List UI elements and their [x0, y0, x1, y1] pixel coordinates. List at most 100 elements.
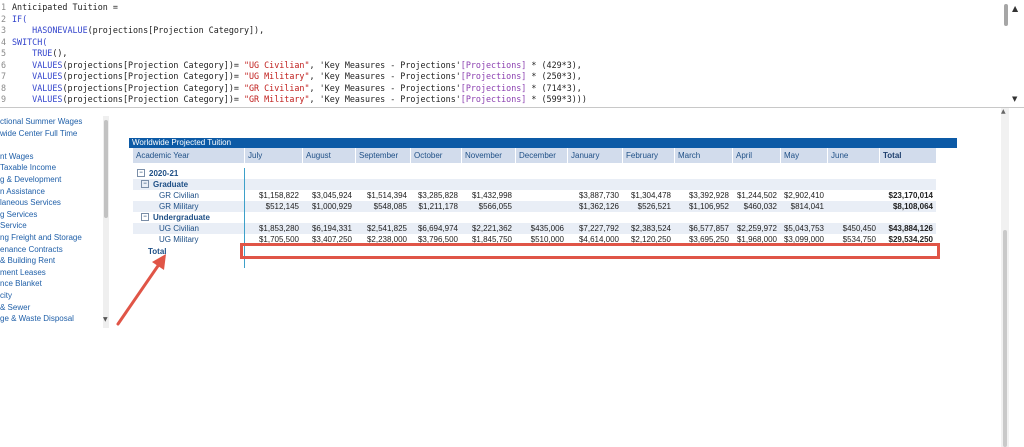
line-number: 4: [1, 36, 7, 47]
code-token: (projections[Projection Category])=: [62, 94, 244, 104]
row-header-academic-year[interactable]: Academic Year: [136, 148, 189, 163]
code-token: IF(: [12, 13, 28, 24]
fields-list-scrollbar-thumb[interactable]: [104, 120, 108, 218]
column-header-june[interactable]: June: [827, 148, 848, 163]
code-token: "UG Military": [243, 71, 310, 81]
row-group-undergraduate[interactable]: − Undergraduate: [141, 212, 210, 223]
column-header-total[interactable]: Total: [879, 148, 902, 163]
code-token: * (250*3),: [526, 71, 582, 81]
field-list-item[interactable]: ng Freight and Storage: [0, 232, 82, 243]
fields-list-scroll-down-icon[interactable]: ▼: [103, 316, 108, 323]
field-list-item[interactable]: enance Contracts: [0, 244, 63, 255]
editor-collapse-icon[interactable]: ▲: [1012, 4, 1018, 13]
line-number: 1: [1, 2, 7, 12]
column-header-november[interactable]: November: [461, 148, 502, 163]
matrix-cell: $548,085: [373, 202, 407, 211]
field-list-item[interactable]: wide Center Full Time: [0, 128, 77, 139]
row-gr-military: GR Military: [159, 201, 199, 212]
column-header-december[interactable]: December: [515, 148, 556, 163]
code-token: * (429*3),: [526, 59, 582, 70]
canvas-scroll-up-icon[interactable]: ▲: [1001, 108, 1006, 115]
code-line[interactable]: 8 VALUES(projections[Projection Category…: [0, 83, 582, 95]
row-label-text: Graduate: [153, 180, 189, 189]
code-line[interactable]: 2 IF(: [0, 14, 27, 26]
column-header-february[interactable]: February: [622, 148, 658, 163]
matrix-title: Worldwide Projected Tuition: [129, 138, 957, 148]
field-list-item[interactable]: & Building Rent: [0, 255, 55, 266]
column-header-january[interactable]: January: [567, 148, 599, 163]
field-list-item[interactable]: city: [0, 290, 12, 301]
canvas-scrollbar-thumb[interactable]: [1003, 230, 1007, 447]
matrix-cell: [506, 201, 564, 212]
code-line[interactable]: 6 VALUES(projections[Projection Category…: [0, 60, 582, 72]
total-row-highlight-box: [240, 243, 940, 259]
collapse-toggle-icon[interactable]: −: [137, 168, 145, 177]
row-gr-civilian: GR Civilian: [159, 190, 199, 201]
code-token: * (714*3),: [526, 82, 582, 93]
field-list-item[interactable]: Service: [0, 220, 27, 231]
code-token: (projections[Projection Category])=: [62, 71, 244, 81]
matrix-visual[interactable]: Worldwide Projected Tuition Academic Yea…: [129, 138, 957, 163]
column-header-september[interactable]: September: [355, 148, 398, 163]
field-list-item[interactable]: g Services: [0, 209, 37, 220]
code-token: "GR Military": [243, 94, 310, 104]
fields-list: ctional Summer Wages wide Center Full Tim…: [0, 116, 103, 327]
matrix-cell: $512,145: [265, 202, 299, 211]
code-token: , 'Key Measures - Projections': [309, 94, 461, 104]
matrix-cell: $526,521: [637, 202, 671, 211]
code-token: VALUES: [32, 59, 63, 70]
code-line[interactable]: 9 VALUES(projections[Projection Category…: [0, 94, 587, 106]
field-list-item[interactable]: & Sewer: [0, 302, 30, 313]
matrix-cell: $43,884,126: [888, 224, 934, 233]
code-line[interactable]: 7 VALUES(projections[Projection Category…: [0, 71, 582, 83]
collapse-toggle-icon[interactable]: −: [141, 212, 149, 221]
code-line[interactable]: 3 HASONEVALUE(projections[Projection Cat…: [0, 25, 264, 37]
column-header-may[interactable]: May: [780, 148, 799, 163]
code-token: SWITCH(: [12, 36, 48, 47]
matrix-cell: $435,006: [530, 224, 564, 233]
field-list-item[interactable]: g & Development: [0, 174, 61, 185]
editor-scroll-down-icon[interactable]: ▼: [1012, 95, 1017, 103]
editor-scrollbar[interactable]: [1004, 4, 1008, 26]
matrix-row-band: [133, 168, 936, 179]
matrix-cell: $1,362,126: [578, 202, 619, 211]
field-list-item[interactable]: Taxable Income: [0, 162, 56, 173]
code-line[interactable]: 5 TRUE(),: [0, 48, 67, 60]
matrix-cell: $450,450: [842, 224, 876, 233]
column-header-july[interactable]: July: [244, 148, 262, 163]
column-header-august[interactable]: August: [302, 148, 331, 163]
code-token: HASONEVALUE: [32, 25, 88, 35]
field-list-item[interactable]: nt Wages: [0, 151, 34, 162]
code-line[interactable]: 1 Anticipated Tuition =: [0, 2, 118, 14]
matrix-cell: $814,041: [790, 202, 824, 211]
matrix-cell: [506, 190, 564, 201]
code-token: "UG Civilian": [243, 59, 310, 70]
line-number: 6: [1, 59, 7, 70]
row-year-2020-21[interactable]: −2020-21: [137, 168, 178, 179]
field-list-item[interactable]: n Assistance: [0, 186, 45, 197]
dax-formula-editor[interactable]: 1 Anticipated Tuition = 2 IF(3 HASONEVALUE(…: [0, 0, 1024, 108]
field-list-item[interactable]: ment Leases: [0, 267, 46, 278]
code-token: (projections[Projection Category]),: [87, 25, 265, 35]
row-label-text: Undergraduate: [153, 213, 210, 222]
field-list-item[interactable]: ge & Waste Disposal: [0, 313, 74, 324]
column-header-march[interactable]: March: [674, 148, 700, 163]
matrix-cell: $566,055: [478, 202, 512, 211]
collapse-toggle-icon[interactable]: −: [141, 179, 149, 188]
field-list-item[interactable]: one: [0, 325, 13, 327]
matrix-cell: $1,853,280: [258, 224, 299, 233]
column-header-april[interactable]: April: [732, 148, 752, 163]
field-list-item[interactable]: ctional Summer Wages: [0, 116, 82, 127]
matrix-cell: $8,108,064: [892, 202, 933, 211]
matrix-cell: $1,514,394: [366, 191, 407, 200]
column-header-october[interactable]: October: [410, 148, 442, 163]
field-list-item[interactable]: laneous Services: [0, 197, 61, 208]
row-group-graduate[interactable]: − Graduate: [141, 179, 188, 190]
matrix-cell: $23,170,014: [888, 191, 934, 200]
matrix-cell: [818, 201, 876, 212]
code-line[interactable]: 4 SWITCH(: [0, 37, 47, 49]
code-token: VALUES: [32, 71, 63, 81]
field-list-item[interactable]: nce Blanket: [0, 278, 42, 289]
